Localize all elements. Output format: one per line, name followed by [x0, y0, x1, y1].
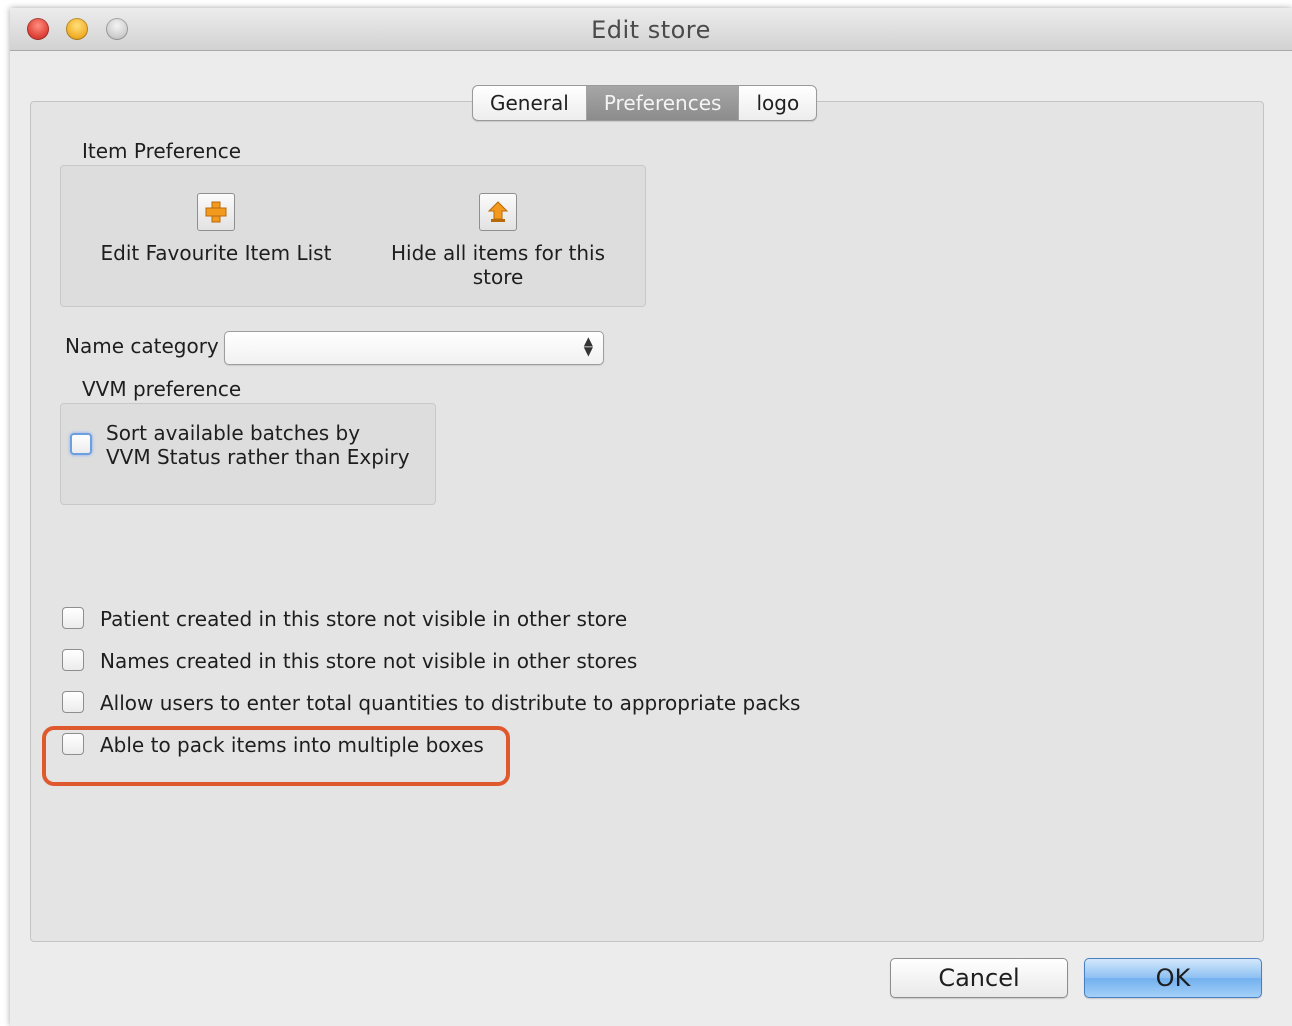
chevron-up-down-icon: ▲ ▼ [583, 334, 593, 358]
edit-store-window: Edit store General Preferences logo Item… [10, 8, 1292, 1026]
hide-icon [479, 193, 517, 231]
window-title: Edit store [591, 16, 711, 44]
edit-favourite-item-list-label: Edit Favourite Item List [100, 241, 332, 265]
tab-preferences[interactable]: Preferences [586, 86, 740, 120]
patient-not-visible-label: Patient created in this store not visibl… [100, 607, 628, 631]
edit-favourite-item-list-button[interactable]: Edit Favourite Item List [96, 193, 336, 265]
add-icon [197, 193, 235, 231]
title-bar[interactable]: Edit store [10, 8, 1292, 51]
vvm-sort-checkbox[interactable] [70, 433, 92, 455]
highlight-annotation [42, 726, 510, 786]
vvm-sort-option: Sort available batches by VVM Status rat… [70, 421, 410, 469]
ok-button[interactable]: OK [1084, 958, 1262, 998]
tab-logo[interactable]: logo [739, 86, 816, 120]
hide-all-items-label: Hide all items for this store [391, 241, 605, 289]
total-quantities-label: Allow users to enter total quantities to… [100, 691, 801, 715]
option-row: Patient created in this store not visibl… [62, 607, 627, 631]
cancel-button[interactable]: Cancel [890, 958, 1068, 998]
option-row: Allow users to enter total quantities to… [62, 691, 800, 715]
patient-not-visible-checkbox[interactable] [62, 607, 84, 629]
hide-all-items-button[interactable]: Hide all items for this store [382, 193, 614, 289]
vvm-preference-label: VVM preference [82, 377, 242, 401]
tab-bar: General Preferences logo [472, 85, 818, 121]
names-not-visible-checkbox[interactable] [62, 649, 84, 671]
name-category-label: Name category [65, 334, 219, 358]
total-quantities-checkbox[interactable] [62, 691, 84, 713]
names-not-visible-label: Names created in this store not visible … [100, 649, 638, 673]
name-category-select[interactable]: ▲ ▼ [224, 331, 604, 365]
tab-general[interactable]: General [473, 86, 587, 120]
vvm-sort-label: Sort available batches by VVM Status rat… [106, 421, 410, 469]
option-row: Names created in this store not visible … [62, 649, 637, 673]
item-preference-label: Item Preference [82, 139, 242, 163]
